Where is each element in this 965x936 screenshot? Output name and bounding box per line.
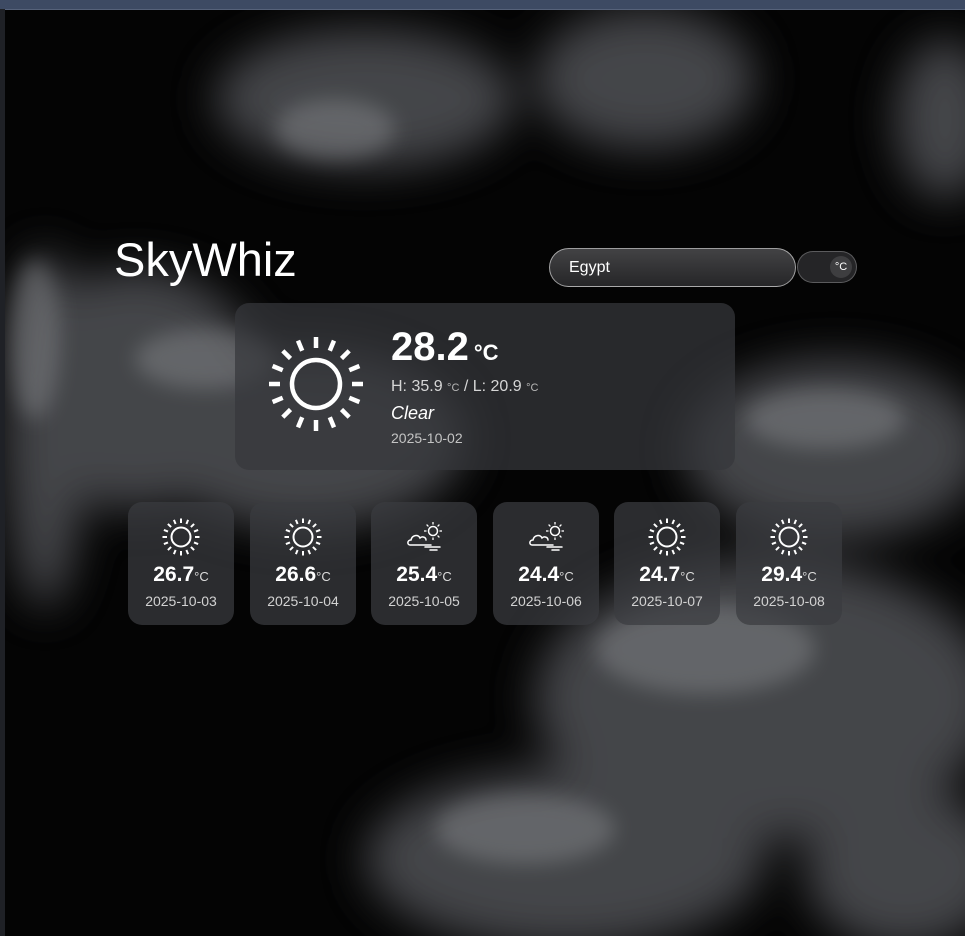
low-unit: °C [526, 382, 539, 394]
high-low-row: H: 35.9 °C / L: 20.9 °C [391, 378, 538, 396]
forecast-card: 26.6°C 2025-10-04 [250, 502, 356, 625]
current-date: 2025-10-02 [391, 430, 463, 446]
forecast-card: 29.4°C 2025-10-08 [736, 502, 842, 625]
weather-app-page: SkyWhiz °C [0, 0, 965, 936]
forecast-card: 24.4°C 2025-10-06 [493, 502, 599, 625]
forecast-temperature: 24.7°C [614, 563, 720, 587]
forecast-date: 2025-10-07 [631, 593, 703, 609]
forecast-card: 25.4°C 2025-10-05 [371, 502, 477, 625]
forecast-temperature: 29.4°C [736, 563, 842, 587]
forecast-temp-value: 26.6 [275, 563, 317, 586]
forecast-temp-value: 25.4 [396, 563, 438, 586]
current-weather-card: 28.2 °C H: 35.9 °C / L: 20.9 °C Clear 202… [235, 303, 735, 470]
high-low-separator: / [459, 378, 473, 395]
forecast-temperature: 26.7°C [128, 563, 234, 587]
forecast-temp-value: 26.7 [153, 563, 195, 586]
sun-icon [648, 518, 686, 556]
unit-toggle-knob[interactable]: °C [830, 256, 852, 278]
forecast-date: 2025-10-05 [388, 593, 460, 609]
forecast-temp-unit: °C [680, 569, 695, 584]
window-top-strip [0, 0, 965, 10]
city-search-input[interactable] [549, 248, 796, 287]
high-unit: °C [447, 382, 460, 394]
partly-cloudy-icon [529, 522, 564, 551]
forecast-card: 26.7°C 2025-10-03 [128, 502, 234, 625]
forecast-temp-unit: °C [316, 569, 331, 584]
low-value: 20.9 [490, 378, 522, 395]
sun-icon [269, 337, 363, 431]
forecast-date: 2025-10-06 [510, 593, 582, 609]
forecast-temp-value: 24.7 [639, 563, 681, 586]
window-left-edge [0, 9, 5, 936]
forecast-temperature: 25.4°C [371, 563, 477, 587]
forecast-date: 2025-10-03 [145, 593, 217, 609]
forecast-temp-unit: °C [802, 569, 817, 584]
low-label: L: [472, 378, 491, 395]
forecast-temp-unit: °C [559, 569, 574, 584]
forecast-date: 2025-10-04 [267, 593, 339, 609]
partly-cloudy-icon [407, 522, 442, 551]
high-value: 35.9 [411, 378, 443, 395]
forecast-temperature: 26.6°C [250, 563, 356, 587]
app-title: SkyWhiz [114, 233, 297, 286]
forecast-card: 24.7°C 2025-10-07 [614, 502, 720, 625]
forecast-temp-unit: °C [437, 569, 452, 584]
current-temp-value: 28.2 [391, 325, 469, 369]
unit-toggle-switch[interactable]: °C [797, 251, 857, 283]
sun-icon [162, 518, 200, 556]
sun-icon [284, 518, 322, 556]
weather-condition: Clear [391, 403, 435, 423]
storm-cloud-background [5, 9, 965, 936]
current-temp-unit: °C [473, 340, 499, 365]
forecast-temp-value: 24.4 [518, 563, 560, 586]
forecast-temp-value: 29.4 [761, 563, 803, 586]
high-label: H: [391, 378, 412, 395]
forecast-date: 2025-10-08 [753, 593, 825, 609]
forecast-temp-unit: °C [194, 569, 209, 584]
current-temperature: 28.2 °C [391, 325, 499, 370]
sun-icon [770, 518, 808, 556]
forecast-temperature: 24.4°C [493, 563, 599, 587]
